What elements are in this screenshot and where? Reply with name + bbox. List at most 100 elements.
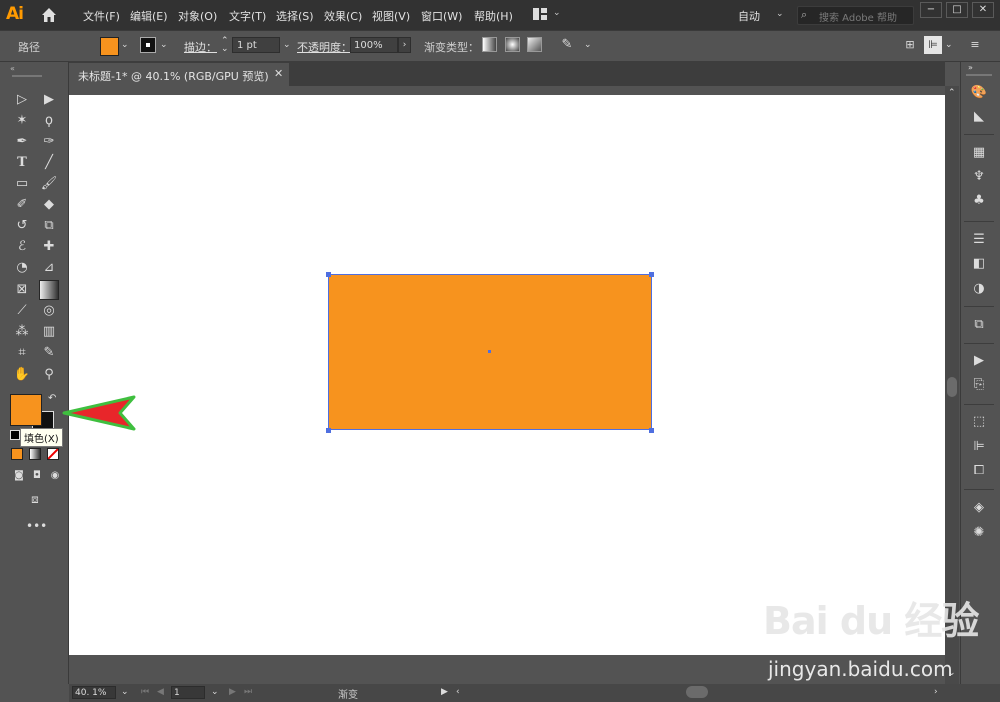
gradient-icon[interactable] [39,280,59,300]
zoom-level-input[interactable]: 40. 1% [72,686,116,699]
panel-menu-icon[interactable]: ≡ [966,36,984,54]
pathfinder-icon[interactable]: ⧠ [970,462,988,480]
pen-icon[interactable]: ✒ [13,133,31,151]
swatches-icon[interactable]: ▦ [970,144,988,162]
menu-file[interactable]: 文件(F) [83,8,120,24]
warp-icon[interactable]: ℰ [13,238,31,256]
workspace-switcher[interactable]: 自动 [738,8,760,24]
brushes-icon[interactable]: ♆ [970,168,988,186]
last-artboard-icon[interactable]: ⏭ [244,687,252,697]
collapse-icon[interactable]: « [10,64,15,73]
menu-edit[interactable]: 编辑(E) [130,8,168,24]
screen-mode-icon[interactable]: ⧈ [26,490,44,508]
first-artboard-icon[interactable]: ⏮ [141,687,149,697]
eraser-icon[interactable]: ◆ [40,196,58,214]
stroke-weight-input[interactable]: 1 pt [232,37,280,53]
linear-gradient-button[interactable] [482,37,497,52]
blend-icon[interactable]: ◎ [40,302,58,320]
stroke-color-swatch[interactable] [140,37,156,53]
appearance-icon[interactable]: ⧉ [970,316,988,334]
stroke-label[interactable]: 描边： [184,39,217,55]
menu-view[interactable]: 视图(V) [372,8,410,24]
rotate-icon[interactable]: ↺ [13,217,31,235]
align-icon[interactable]: ⊫ [924,36,942,54]
draw-normal-icon[interactable]: ◙ [10,467,28,485]
type-icon[interactable]: T [13,154,31,172]
color-mode-button[interactable] [11,448,23,460]
menu-object[interactable]: 对象(O) [178,8,217,24]
resize-handle[interactable] [326,428,331,433]
chevron-down-icon[interactable]: ⌄ [283,40,291,50]
hand-icon[interactable]: ✋ [13,366,31,384]
menu-effect[interactable]: 效果(C) [324,8,362,24]
stroke-stepper-icon[interactable]: ⌃ ⌄ [221,37,229,54]
artboard-icon[interactable]: ⌗ [13,344,31,362]
horizontal-scroll-thumb[interactable] [686,686,708,698]
color-guide-icon[interactable]: ◣ [970,108,988,126]
puppet-warp-icon[interactable]: ✚ [40,238,58,256]
draw-behind-icon[interactable]: ◘ [28,467,46,485]
gradient-panel-icon[interactable]: ◧ [970,255,988,273]
symbol-sprayer-icon[interactable]: ⁂ [13,323,31,341]
maximize-button[interactable]: □ [946,2,968,18]
actions-icon[interactable]: ▶ [970,352,988,370]
eyedropper-icon[interactable]: ⟋ [13,302,31,320]
transparency-icon[interactable]: ◑ [970,280,988,298]
menu-window[interactable]: 窗口(W) [421,8,462,24]
vertical-scroll-thumb[interactable] [947,377,957,397]
layers-icon[interactable]: ◈ [970,499,988,517]
none-mode-button[interactable] [47,448,59,460]
links-icon[interactable]: ⎘ [970,376,988,394]
close-window-button[interactable]: ✕ [972,2,994,18]
chevron-down-icon[interactable]: ⌄ [945,40,953,50]
fill-box[interactable] [10,394,42,426]
resize-handle[interactable] [649,272,654,277]
chevron-down-icon[interactable]: ⌄ [160,40,168,50]
edit-toolbar-icon[interactable]: ••• [26,517,47,535]
align-icon[interactable]: ⊫ [970,438,988,456]
shape-builder-icon[interactable]: ◔ [13,259,31,277]
color-icon[interactable]: 🎨 [970,84,988,102]
minimize-button[interactable]: − [920,2,942,18]
asset-export-icon[interactable]: ✺ [970,524,988,542]
direct-selection-icon[interactable]: ▶ [40,91,58,109]
collapse-icon[interactable]: » [968,63,973,72]
magic-wand-icon[interactable]: ✶ [13,112,31,130]
home-icon[interactable] [40,6,58,24]
resize-handle[interactable] [649,428,654,433]
isolate-icon[interactable]: ⊞ [901,36,919,54]
chevron-down-icon[interactable]: ⌄ [776,9,784,19]
stroke-icon[interactable]: ☰ [970,231,988,249]
chevron-down-icon[interactable]: ⌄ [553,8,561,18]
perspective-icon[interactable]: ⊿ [40,259,58,277]
opacity-input[interactable]: 100% [350,37,398,53]
paintbrush-icon[interactable]: 🖌 [40,175,58,193]
chevron-down-icon[interactable]: ⌄ [121,40,129,50]
slice-icon[interactable]: ✎ [40,344,58,362]
draw-inside-icon[interactable]: ◉ [46,467,64,485]
panel-grip[interactable] [12,75,42,77]
curvature-icon[interactable]: ✑ [40,133,58,151]
zoom-icon[interactable]: ⚲ [40,366,58,384]
status-menu-icon[interactable]: ▶ [441,687,448,697]
freeform-gradient-button[interactable] [527,37,542,52]
mesh-icon[interactable]: ⊠ [13,281,31,299]
chevron-right-icon[interactable]: › [934,687,938,697]
graph-icon[interactable]: ▥ [40,323,58,341]
line-icon[interactable]: ╱ [40,154,58,172]
chevron-down-icon[interactable]: ⌄ [121,687,129,697]
selection-icon[interactable]: ▷ [13,91,31,109]
menu-select[interactable]: 选择(S) [276,8,314,24]
gradient-mode-button[interactable] [29,448,41,460]
opacity-label[interactable]: 不透明度： [297,39,352,55]
close-tab-icon[interactable]: ✕ [274,67,283,80]
document-tab-title[interactable]: 未标题-1* @ 40.1% (RGB/GPU 预览) [78,68,269,84]
radial-gradient-button[interactable] [505,37,520,52]
menu-help[interactable]: 帮助(H) [474,8,513,24]
chevron-down-icon[interactable]: ⌄ [584,40,592,50]
resize-handle[interactable] [326,272,331,277]
menu-type[interactable]: 文字(T) [229,8,266,24]
swap-fill-stroke-icon[interactable]: ↶ [48,393,56,404]
previous-artboard-icon[interactable]: ◀ [157,687,164,697]
arrange-documents-icon[interactable] [533,8,547,20]
